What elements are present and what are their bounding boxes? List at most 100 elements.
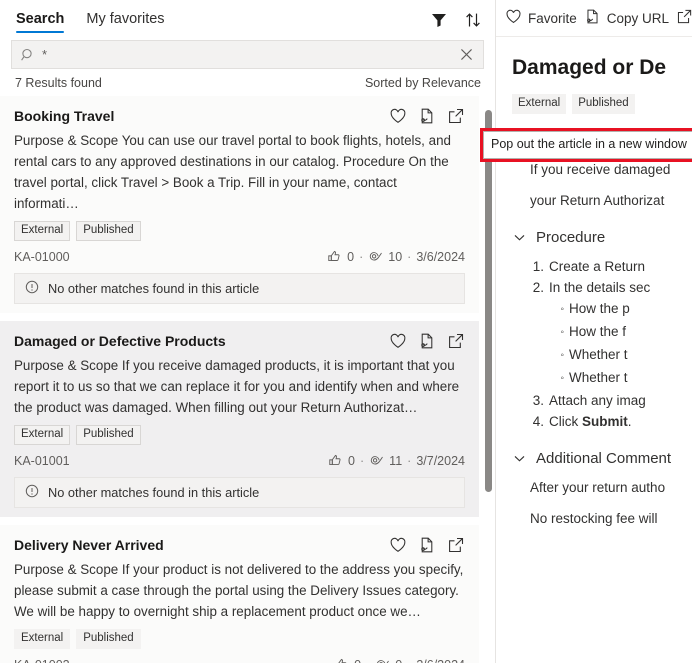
favorite-icon[interactable] bbox=[389, 536, 407, 554]
article-badge-external: External bbox=[512, 94, 567, 114]
step-text: Whether t bbox=[569, 347, 628, 362]
result-card[interactable]: Damaged or Defective Products Purpose & … bbox=[0, 321, 479, 517]
separator-dot: · bbox=[407, 453, 412, 468]
result-snippet: Purpose & Scope If you receive damaged p… bbox=[14, 358, 460, 415]
result-snippet: Purpose & Scope You can use our travel p… bbox=[14, 133, 451, 211]
article-section: Additional Comment After your return aut… bbox=[512, 450, 692, 529]
step-text: How the f bbox=[569, 324, 627, 339]
sort-icon[interactable] bbox=[463, 10, 483, 30]
result-title[interactable]: Delivery Never Arrived bbox=[14, 535, 389, 555]
result-stats: 0 · 11 · 3/7/2024 bbox=[328, 453, 465, 468]
copy-url-icon[interactable] bbox=[418, 536, 436, 554]
article-badges: External Published bbox=[512, 94, 692, 114]
result-title[interactable]: Damaged or Defective Products bbox=[14, 331, 389, 351]
result-badge: External bbox=[14, 221, 71, 241]
pop-out-button[interactable] bbox=[676, 8, 692, 28]
info-icon bbox=[25, 280, 39, 297]
search-icon bbox=[20, 47, 36, 63]
step-text: Click Submit. bbox=[549, 414, 632, 429]
copy-url-icon bbox=[584, 8, 601, 28]
result-stats: 0 · 10 · 3/6/2024 bbox=[327, 249, 465, 264]
section-heading: Procedure bbox=[536, 229, 606, 246]
result-badges: External Published bbox=[14, 629, 465, 649]
step-marker: 4. bbox=[532, 414, 544, 429]
article-sections: Purpose & Scope If you receive damagedyo… bbox=[512, 132, 692, 529]
separator-dot: · bbox=[407, 249, 412, 264]
section-paragraph: After your return autho bbox=[530, 480, 666, 495]
view-count: 0 bbox=[395, 658, 402, 663]
no-matches-banner: No other matches found in this article bbox=[14, 477, 465, 508]
article-toolbar: Favorite Copy URL bbox=[496, 0, 692, 37]
result-title[interactable]: Booking Travel bbox=[14, 106, 389, 126]
step-text: How the p bbox=[569, 301, 630, 316]
like-icon bbox=[328, 453, 343, 468]
result-badge: External bbox=[14, 629, 71, 649]
procedure-step: 4. Click Submit. bbox=[530, 411, 692, 432]
article-title: Damaged or De bbox=[512, 56, 667, 79]
result-badge: Published bbox=[76, 425, 141, 445]
result-card-header: Delivery Never Arrived bbox=[14, 535, 465, 555]
pop-out-icon bbox=[676, 8, 692, 28]
result-card[interactable]: Booking Travel Purpose & Scope You can u… bbox=[0, 96, 479, 313]
favorite-label: Favorite bbox=[528, 10, 577, 26]
article-body: Damaged or De External Published Purpose… bbox=[496, 37, 692, 529]
tooltip-highlight-box: Pop out the article in a new window bbox=[480, 128, 692, 162]
favorite-button[interactable]: Favorite bbox=[505, 8, 577, 28]
copy-url-label: Copy URL bbox=[606, 10, 670, 26]
section-toggle[interactable]: Additional Comment bbox=[512, 450, 692, 467]
view-count: 11 bbox=[389, 453, 403, 468]
sorted-by-button[interactable]: Sorted by Relevance bbox=[365, 76, 481, 90]
copy-url-icon[interactable] bbox=[418, 332, 436, 350]
tab-action-buttons bbox=[429, 10, 483, 33]
no-matches-banner: No other matches found in this article bbox=[14, 273, 465, 304]
like-count: 0 bbox=[347, 249, 355, 264]
pop-out-icon[interactable] bbox=[447, 332, 465, 350]
pop-out-tooltip-container: Pop out the article in a new window bbox=[480, 128, 692, 162]
results-count: 7 Results found bbox=[15, 76, 102, 90]
step-tail: . bbox=[627, 414, 632, 429]
article-detail-pane: Favorite Copy URL Damaged or De External… bbox=[495, 0, 692, 663]
search-results-pane: Search My favorites * 7 Results found So… bbox=[0, 0, 495, 663]
section-toggle[interactable]: Procedure bbox=[512, 229, 692, 246]
like-count: 0 bbox=[348, 453, 355, 468]
search-box[interactable] bbox=[11, 40, 484, 69]
favorite-icon[interactable] bbox=[389, 332, 407, 350]
no-matches-text: No other matches found in this article bbox=[48, 485, 260, 500]
clear-search-icon[interactable] bbox=[455, 44, 477, 66]
like-count: 0 bbox=[354, 658, 361, 663]
chevron-down-icon bbox=[512, 451, 527, 466]
step-marker: 2. bbox=[532, 280, 544, 295]
separator-dot: · bbox=[359, 249, 364, 264]
tab-search-label: Search bbox=[16, 11, 65, 27]
pop-out-icon[interactable] bbox=[447, 107, 465, 125]
search-box-container bbox=[0, 33, 495, 69]
no-matches-text: No other matches found in this article bbox=[48, 281, 260, 296]
copy-url-icon[interactable] bbox=[418, 107, 436, 125]
result-meta-row: KA-01002 0 · 0 · 3/6/2024 bbox=[14, 657, 465, 663]
pop-out-icon[interactable] bbox=[447, 536, 465, 554]
result-meta-row: KA-01000 0 · 10 · 3/6/2024 bbox=[14, 249, 465, 264]
tab-search[interactable]: Search bbox=[16, 10, 65, 33]
result-card-actions bbox=[389, 535, 465, 554]
step-text: Create a Return bbox=[549, 259, 646, 274]
step-marker: ◦ bbox=[560, 304, 564, 315]
result-date: 3/6/2024 bbox=[416, 249, 465, 264]
result-card[interactable]: Delivery Never Arrived Purpose & Scope I… bbox=[0, 525, 479, 663]
result-card-header: Damaged or Defective Products bbox=[14, 331, 465, 351]
result-stats: 0 · 0 · 3/6/2024 bbox=[334, 657, 465, 663]
favorite-icon[interactable] bbox=[389, 107, 407, 125]
article-badge-published: Published bbox=[572, 94, 635, 114]
search-input[interactable] bbox=[36, 41, 455, 68]
results-list[interactable]: Booking Travel Purpose & Scope You can u… bbox=[0, 96, 495, 663]
procedure-step: 2. In the details sec bbox=[530, 277, 692, 298]
copy-url-button[interactable]: Copy URL bbox=[584, 8, 669, 28]
filter-icon[interactable] bbox=[429, 10, 449, 30]
tab-my-favorites[interactable]: My favorites bbox=[86, 10, 164, 33]
chevron-down-icon bbox=[512, 230, 527, 245]
section-paragraph: If you receive damaged bbox=[530, 162, 671, 177]
result-date: 3/6/2024 bbox=[416, 658, 465, 663]
result-card-actions bbox=[389, 331, 465, 350]
step-marker: ◦ bbox=[560, 327, 564, 338]
like-icon bbox=[334, 657, 349, 663]
results-scrollbar-thumb[interactable] bbox=[485, 110, 492, 492]
